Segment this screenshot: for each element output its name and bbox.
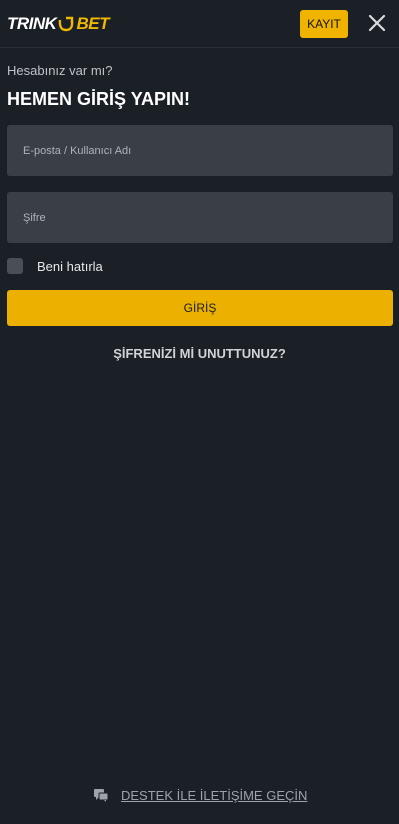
login-button[interactable]: GİRİŞ — [7, 290, 393, 326]
logo[interactable]: TRINK BET — [7, 13, 109, 35]
support-link[interactable]: DESTEK İLE İLETİŞİME GEÇİN — [93, 787, 307, 803]
header: TRINK BET KAYIT — [0, 0, 399, 48]
logo-text-bet: BET — [76, 14, 109, 33]
forgot-password-link[interactable]: ŞİFRENİZİ Mİ UNUTTUNUZ? — [0, 346, 399, 361]
chat-icon — [94, 789, 109, 802]
logo-mark-icon — [59, 16, 74, 32]
register-button[interactable]: KAYIT — [300, 10, 348, 38]
password-input[interactable] — [21, 210, 379, 225]
login-page: TRINK BET KAYIT Hesabınız var mı? HEMEN … — [0, 0, 399, 824]
remember-me[interactable]: Beni hatırla — [7, 258, 103, 274]
support-label: DESTEK İLE İLETİŞİME GEÇİN — [121, 787, 308, 803]
close-icon[interactable] — [366, 12, 388, 34]
remember-label: Beni hatırla — [37, 258, 103, 274]
username-input[interactable] — [21, 143, 379, 158]
login-title: HEMEN GİRİŞ YAPIN! — [7, 89, 191, 109]
username-field[interactable] — [7, 125, 393, 176]
login-subtitle: Hesabınız var mı? — [7, 63, 113, 78]
remember-checkbox[interactable] — [7, 258, 23, 274]
password-field[interactable] — [7, 192, 393, 243]
logo-text-trink: TRINK — [7, 14, 57, 33]
